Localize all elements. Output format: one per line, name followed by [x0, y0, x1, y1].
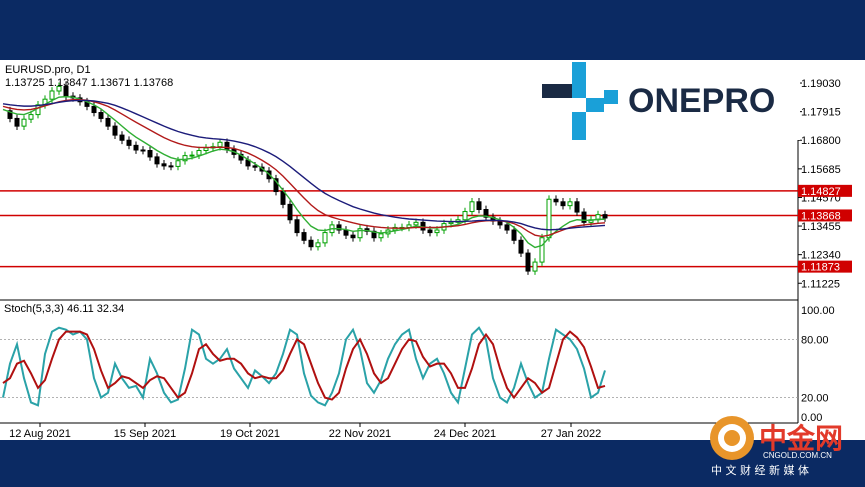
- candle-body: [560, 201, 566, 207]
- candle-body: [427, 229, 433, 234]
- candle-body: [476, 201, 482, 211]
- candle-body: [126, 139, 132, 146]
- x-tick-label: 12 Aug 2021: [9, 428, 71, 440]
- y-tick-label: 1.15685: [801, 164, 841, 176]
- candle-body: [217, 141, 223, 148]
- candle-body: [525, 252, 531, 272]
- candle-body: [413, 221, 419, 226]
- candle-body: [434, 229, 440, 234]
- osc-tick-label: 20.00: [801, 393, 829, 405]
- candle-body: [105, 117, 111, 127]
- candle-body: [203, 147, 209, 152]
- candle-body: [196, 150, 202, 156]
- osc-tick-label: 100.00: [801, 305, 835, 317]
- candle-body: [168, 165, 174, 168]
- candle-body: [112, 125, 118, 136]
- candle-body: [567, 201, 573, 207]
- candle-body: [553, 198, 559, 203]
- candle-body: [91, 105, 97, 114]
- osc-tick-label: 80.00: [801, 334, 829, 346]
- candle-body: [518, 239, 524, 254]
- candle-body: [21, 118, 27, 127]
- y-tick-label: 1.19030: [801, 78, 841, 90]
- onepro-logo: ONEPRO: [542, 62, 800, 140]
- y-tick-label: 1.16800: [801, 135, 841, 147]
- candle-body: [140, 149, 146, 152]
- watermark-slogan: 中 文 财 经 新 媒 体: [711, 463, 809, 477]
- candle-body: [462, 211, 468, 221]
- top-banner: [0, 0, 865, 60]
- candle-body: [469, 201, 475, 213]
- candle-body: [189, 154, 195, 157]
- candle-body: [14, 117, 20, 127]
- candle-body: [546, 198, 552, 239]
- candle-body: [133, 144, 139, 151]
- logo-text: ONEPRO: [628, 82, 775, 120]
- candle-body: [350, 234, 356, 239]
- y-tick-label: 1.11225: [801, 278, 840, 290]
- level-label: 1.13868: [801, 210, 841, 222]
- candle-body: [294, 219, 300, 234]
- candle-body: [280, 191, 286, 205]
- stoch-label: Stoch(5,3,3) 46.11 32.34: [4, 303, 125, 315]
- y-tick-label: 1.13455: [801, 221, 841, 233]
- x-tick-label: 19 Oct 2021: [220, 428, 280, 440]
- candle-body: [322, 232, 328, 244]
- candle-body: [511, 229, 517, 241]
- symbol-label: EURUSD.pro, D1: [5, 64, 91, 76]
- candle-body: [532, 261, 538, 272]
- x-tick-label: 22 Nov 2021: [329, 428, 391, 440]
- candle-body: [147, 150, 153, 158]
- level-label: 1.11873: [801, 262, 840, 274]
- candle-body: [448, 221, 454, 225]
- candle-body: [161, 163, 167, 167]
- candle-body: [287, 203, 293, 221]
- candle-body: [308, 239, 314, 248]
- candle-body: [154, 156, 160, 165]
- candle-body: [301, 232, 307, 241]
- candle-body: [574, 201, 580, 213]
- y-tick-label: 1.17915: [801, 107, 841, 119]
- candle-body: [378, 233, 384, 239]
- candle-body: [98, 112, 104, 119]
- x-tick-label: 27 Jan 2022: [541, 428, 602, 440]
- candle-body: [49, 90, 55, 100]
- watermark-domain: CNGOLD.COM.CN: [763, 451, 832, 460]
- candle-body: [28, 114, 34, 120]
- candle-body: [315, 242, 321, 248]
- ohlc-readout: 1.13725 1.13847 1.13671 1.13768: [5, 77, 174, 89]
- y-tick-label: 1.12340: [801, 250, 841, 262]
- x-tick-label: 24 Dec 2021: [434, 428, 496, 440]
- candle-body: [119, 134, 125, 141]
- candle-body: [539, 237, 545, 263]
- candle-body: [175, 160, 181, 167]
- x-tick-label: 15 Sep 2021: [114, 428, 176, 440]
- cngold-watermark: 中金网 CNGOLD.COM.CN 中 文 财 经 新 媒 体: [710, 416, 843, 477]
- candle-body: [343, 229, 349, 236]
- candle-body: [602, 214, 608, 219]
- level-label: 1.14827: [801, 186, 841, 198]
- candle-body: [252, 165, 258, 168]
- candle-body: [504, 224, 510, 231]
